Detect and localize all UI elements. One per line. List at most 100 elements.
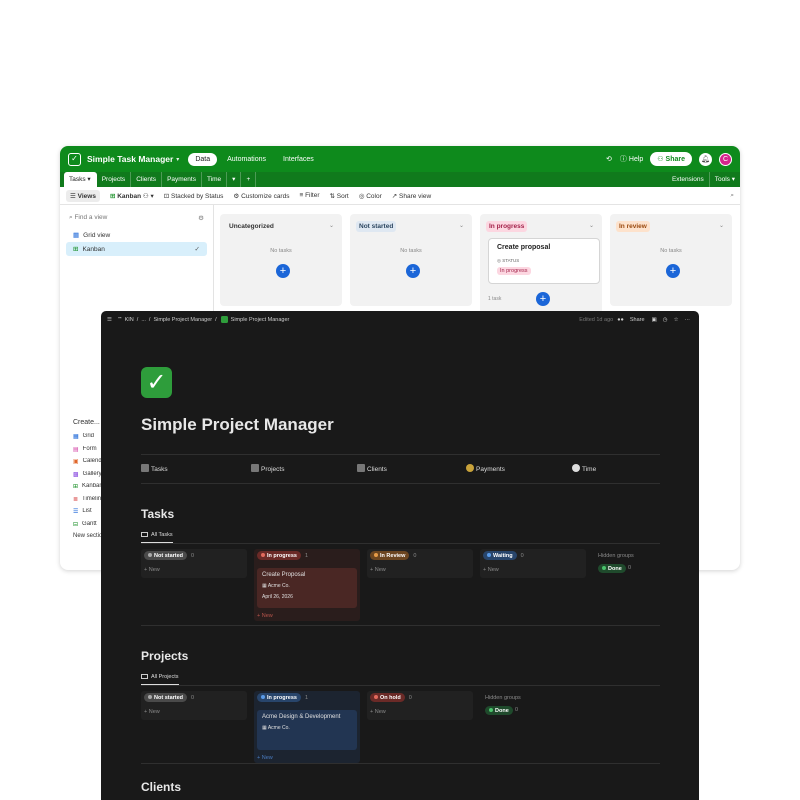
- breadcrumb-workspace[interactable]: KIN: [125, 317, 134, 323]
- stacked-button[interactable]: ⊡ Stacked by Status: [164, 192, 224, 200]
- kanban-column: In review ⌄ No tasks +: [610, 214, 732, 306]
- tab-time[interactable]: Time: [202, 172, 228, 187]
- create-item[interactable]: ≣Timeline: [73, 496, 101, 503]
- chevron-down-icon[interactable]: ▾: [176, 156, 179, 163]
- link-clients[interactable]: Clients: [357, 464, 387, 473]
- add-record-button[interactable]: +: [536, 292, 550, 306]
- page-icon[interactable]: ✓: [141, 367, 172, 398]
- share-button[interactable]: Share: [630, 317, 645, 323]
- create-item[interactable]: ▩ Gallery: [73, 471, 101, 478]
- tab-payments[interactable]: Payments: [162, 172, 202, 187]
- board-group: In Review 0 + New: [367, 549, 473, 578]
- chevron-down-icon[interactable]: ⌄: [719, 222, 724, 229]
- find-view[interactable]: ⌕ Find a view ⚙: [60, 205, 213, 228]
- tab-tasks[interactable]: Tasks ▾: [64, 172, 97, 187]
- timeline-icon: ≣: [73, 496, 79, 503]
- add-table-icon[interactable]: +: [241, 172, 257, 187]
- customize-cards-button[interactable]: ⚙ Customize cards: [233, 192, 289, 200]
- help-button[interactable]: Help: [629, 156, 643, 163]
- new-button[interactable]: + New: [254, 613, 360, 619]
- tasks-icon: [141, 464, 149, 472]
- create-item[interactable]: ⊟ Gantt: [73, 521, 101, 528]
- chevron-down-icon[interactable]: ⌄: [459, 222, 464, 229]
- bell-icon[interactable]: 🔔︎: [699, 152, 712, 166]
- create-item[interactable]: ▣Calendar: [73, 458, 101, 465]
- more-icon[interactable]: ···: [685, 317, 691, 323]
- share-button[interactable]: ⚇ Share: [650, 152, 692, 166]
- menu-icon[interactable]: ☰: [107, 317, 112, 323]
- add-record-button[interactable]: +: [276, 264, 290, 278]
- link-time[interactable]: Time: [572, 464, 596, 473]
- base-title[interactable]: Simple Task Manager: [87, 154, 173, 164]
- tab-projects[interactable]: Projects: [97, 172, 132, 187]
- record-card[interactable]: Create proposal ◎ STATUS In progress: [488, 238, 600, 284]
- status-tag[interactable]: On hold: [370, 693, 405, 702]
- board-card[interactable]: Create Proposal ▦ Acme Co. April 26, 2026: [257, 568, 357, 608]
- create-item[interactable]: ▤ Form: [73, 446, 101, 453]
- page-title[interactable]: Simple Project Manager: [141, 415, 334, 435]
- chevron-down-icon[interactable]: ⌄: [589, 222, 594, 229]
- column-status-pill[interactable]: In progress: [486, 221, 528, 232]
- status-tag[interactable]: In progress: [257, 551, 301, 560]
- link-tasks[interactable]: Tasks: [141, 464, 168, 473]
- views-toggle[interactable]: ☰ Views: [66, 189, 100, 202]
- chevron-down-icon[interactable]: ⌄: [329, 222, 334, 229]
- create-item[interactable]: ☰ List: [73, 508, 101, 515]
- card-title: Acme Design & Development: [262, 714, 341, 720]
- new-button[interactable]: + New: [480, 567, 586, 573]
- status-tag[interactable]: In Review: [370, 551, 410, 560]
- projects-view-tab[interactable]: All Projects: [141, 674, 179, 685]
- breadcrumb-current[interactable]: Simple Project Manager: [231, 317, 290, 323]
- view-switcher[interactable]: ⊞ Kanban ⚇ ▾: [110, 192, 154, 200]
- column-status-pill[interactable]: Uncategorized: [226, 221, 277, 232]
- history-icon[interactable]: ⟲: [606, 155, 612, 163]
- status-label: Waiting: [493, 552, 513, 559]
- create-item[interactable]: ⊞ Kanban: [73, 483, 101, 490]
- settings-icon[interactable]: ⚙: [198, 214, 204, 222]
- status-tag[interactable]: Not started: [144, 551, 188, 560]
- view-item-grid[interactable]: ▦ Grid view: [66, 228, 207, 242]
- board-card[interactable]: Acme Design & Development ▦ Acme Co.: [257, 710, 357, 750]
- tools-button[interactable]: Tools ▾: [710, 172, 740, 187]
- star-icon[interactable]: ☆: [674, 317, 679, 323]
- status-tag[interactable]: Not started: [144, 693, 188, 702]
- new-button[interactable]: + New: [254, 755, 360, 761]
- avatar[interactable]: C: [719, 152, 732, 166]
- new-button[interactable]: + New: [141, 567, 247, 573]
- create-item[interactable]: ▦ Grid: [73, 433, 101, 440]
- share-view-button[interactable]: ↗ Share view: [392, 192, 431, 200]
- add-record-button[interactable]: +: [666, 264, 680, 278]
- tables-dropdown-icon[interactable]: ▾: [227, 172, 242, 187]
- new-button[interactable]: + New: [367, 567, 473, 573]
- nav-interfaces[interactable]: Interfaces: [276, 153, 321, 166]
- add-record-button[interactable]: +: [406, 264, 420, 278]
- help-icon[interactable]: ⓘ: [620, 154, 627, 164]
- tasks-view-tab[interactable]: All Tasks: [141, 532, 173, 543]
- status-tag[interactable]: In progress: [257, 693, 301, 702]
- breadcrumb-parent[interactable]: Simple Project Manager: [153, 317, 212, 323]
- column-status-pill[interactable]: In review: [616, 221, 650, 232]
- history-icon[interactable]: ◷: [663, 317, 668, 323]
- done-tag[interactable]: Done: [485, 706, 513, 715]
- nav-automations[interactable]: Automations: [220, 153, 273, 166]
- search-icon[interactable]: ⌕: [730, 192, 734, 200]
- done-tag[interactable]: Done: [598, 564, 626, 573]
- link-payments[interactable]: Payments: [466, 464, 505, 473]
- new-button[interactable]: + New: [141, 709, 247, 715]
- extensions-button[interactable]: Extensions: [667, 172, 710, 187]
- comment-icon[interactable]: ▣: [652, 317, 657, 323]
- color-button[interactable]: ◎ Color: [359, 192, 382, 200]
- status-tag[interactable]: Waiting: [483, 551, 517, 560]
- column-status-pill[interactable]: Not started: [356, 221, 397, 232]
- new-button[interactable]: + New: [367, 709, 473, 715]
- status-dot: [374, 694, 378, 699]
- views-label: Views: [77, 192, 96, 200]
- sort-button[interactable]: ⇅ Sort: [330, 192, 349, 200]
- filter-button[interactable]: ≡ Filter: [299, 192, 319, 199]
- status-dot: [489, 707, 493, 712]
- view-item-kanban[interactable]: ⊞ Kanban ✓: [66, 242, 207, 256]
- link-projects[interactable]: Projects: [251, 464, 284, 473]
- nav-data[interactable]: Data: [188, 152, 218, 166]
- tab-clients[interactable]: Clients: [131, 172, 163, 187]
- breadcrumb-ellipsis[interactable]: ...: [141, 317, 146, 323]
